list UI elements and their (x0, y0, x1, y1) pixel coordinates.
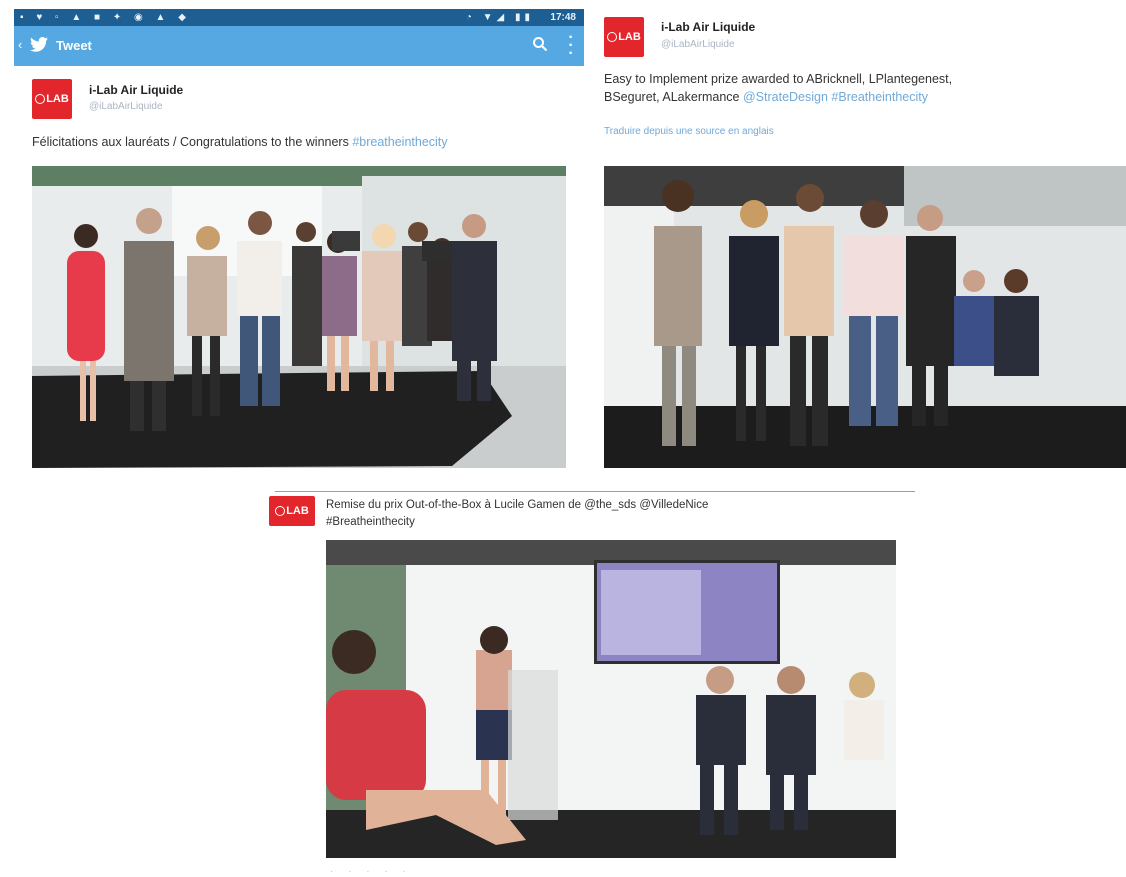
avatar[interactable]: LAB (269, 496, 315, 526)
divider (275, 491, 915, 492)
mention-link[interactable]: @StrateDesign (743, 90, 828, 104)
author-name[interactable]: i-Lab Air Liquide (89, 83, 183, 97)
tweet-text: Remise du prix Out-of-the-Box à Lucile G… (326, 499, 709, 528)
overflow-menu-icon[interactable]: · · · (568, 30, 574, 62)
avatar[interactable]: LAB (604, 17, 644, 57)
lab-logo-icon (275, 506, 286, 516)
lab-logo-icon (607, 32, 618, 42)
author-name[interactable]: i-Lab Air Liquide (661, 20, 755, 34)
twitter-bird-icon (30, 37, 48, 57)
notification-icons: ▪ ♥ ▫ ▲ ■ ✦ ◉ ▲ ◆ (20, 12, 191, 23)
signal-icon: ◔ ▼◢ ▮▮ (465, 12, 534, 23)
search-icon[interactable] (532, 36, 548, 57)
status-time: 17:48 (550, 12, 576, 23)
tweet-photo[interactable] (326, 540, 896, 858)
back-icon[interactable]: ‹ (18, 37, 22, 52)
hashtag-link[interactable]: #Breatheinthecity (831, 90, 928, 104)
status-bar: ▪ ♥ ▫ ▲ ■ ✦ ◉ ▲ ◆ ◔ ▼◢ ▮▮ 17:48 (14, 9, 584, 26)
translate-link[interactable]: Traduire depuis une source en anglais (604, 126, 774, 137)
app-bar-title: Tweet (56, 38, 92, 53)
hashtag-link[interactable]: #breatheinthecity (352, 135, 447, 149)
lab-logo-icon (35, 94, 46, 104)
tweet-photo[interactable] (32, 166, 566, 468)
avatar[interactable]: LAB (32, 79, 72, 119)
tweet-text: Easy to Implement prize awarded to ABric… (604, 72, 953, 104)
tweet-text: Félicitations aux lauréats / Congratulat… (32, 135, 448, 149)
tweet-photo[interactable] (604, 166, 1126, 468)
author-handle[interactable]: @iLabAirLiquide (89, 101, 163, 112)
app-bar: ‹ Tweet · · · (14, 26, 584, 66)
cropped-footer: · · · · · (330, 866, 412, 877)
author-handle[interactable]: @iLabAirLiquide (661, 39, 735, 50)
